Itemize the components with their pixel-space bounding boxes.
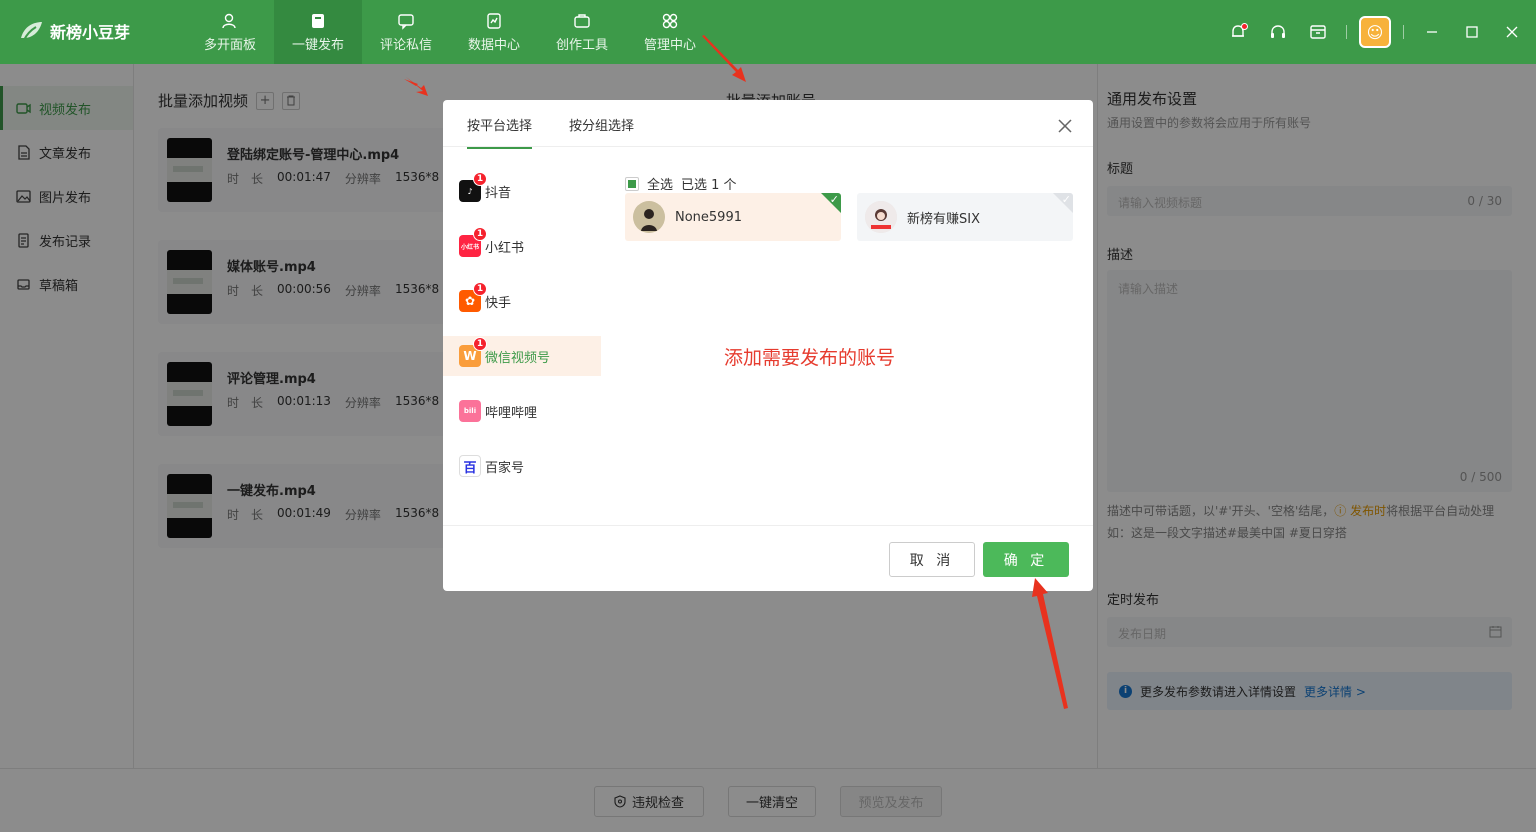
select-all-checkbox[interactable] <box>625 176 639 191</box>
chart-icon <box>487 12 501 29</box>
platform-badge: 1 <box>473 282 487 296</box>
support-button[interactable] <box>1258 12 1298 52</box>
close-icon[interactable] <box>1057 118 1073 134</box>
baijiahao-logo-icon: 百 <box>459 455 481 477</box>
platform-douyin[interactable]: ♪ 1 抖音 <box>443 171 601 211</box>
tab-by-platform[interactable]: 按平台选择 <box>467 115 533 149</box>
divider <box>1403 25 1404 39</box>
account-avatar <box>633 201 665 233</box>
nav-label: 管理中心 <box>643 37 696 53</box>
headset-icon <box>1271 25 1285 38</box>
user-icon <box>222 13 236 28</box>
dialog-footer: 取 消 确 定 <box>443 525 1093 591</box>
tab-by-group[interactable]: 按分组选择 <box>569 115 634 147</box>
platform-badge: 1 <box>473 337 487 351</box>
platform-label: 哔哩哔哩 <box>485 405 538 421</box>
account-name: 新榜有赚SIX <box>907 211 980 227</box>
maximize-icon <box>1466 26 1478 38</box>
inbox-icon <box>1310 25 1326 39</box>
nav-item-data-center[interactable]: 数据中心 <box>450 0 538 64</box>
select-all-row: 全选 已选 1 个 <box>625 174 737 193</box>
platform-label: 微信视频号 <box>485 350 551 366</box>
platform-label: 快手 <box>485 295 512 311</box>
bilibili-logo-icon: bili <box>459 400 481 422</box>
nav-label: 评论私信 <box>379 37 432 53</box>
confirm-button[interactable]: 确 定 <box>983 542 1069 577</box>
platform-badge: 1 <box>473 227 487 241</box>
maximize-button[interactable] <box>1452 12 1492 52</box>
account-avatar <box>865 201 897 233</box>
platform-wechat-channels[interactable]: W1 微信视频号 <box>443 336 601 376</box>
platform-label: 百家号 <box>485 460 525 476</box>
nav-item-comments[interactable]: 评论私信 <box>362 0 450 64</box>
notification-button[interactable] <box>1218 12 1258 52</box>
app-logo: 新榜小豆芽 <box>18 18 130 44</box>
nav-item-one-click-publish[interactable]: 一键发布 <box>274 0 362 64</box>
platform-baijiahao[interactable]: 百 百家号 <box>443 446 601 486</box>
annotation-text: 添加需要发布的账号 <box>724 347 896 369</box>
publish-icon <box>312 13 324 28</box>
platform-label: 抖音 <box>485 185 512 201</box>
account-card[interactable]: None5991 ✓ <box>625 193 841 241</box>
check-icon: ✓ <box>1061 193 1071 206</box>
selected-count: 已选 1 个 <box>681 178 737 193</box>
main-nav: 多开面板 一键发布 评论私信 数据中心 创作工具 管理中心 <box>186 0 714 64</box>
platform-bilibili[interactable]: bili 哔哩哔哩 <box>443 391 601 431</box>
divider <box>1346 25 1347 39</box>
app-title: 新榜小豆芽 <box>50 23 131 42</box>
inbox-button[interactable] <box>1298 12 1338 52</box>
nav-label: 数据中心 <box>467 37 520 53</box>
platform-kuaishou[interactable]: ✿ 1 快手 <box>443 281 601 321</box>
wechat-channels-logo-icon: W1 <box>459 337 487 367</box>
nav-label: 多开面板 <box>203 37 256 53</box>
minimize-icon <box>1427 31 1437 33</box>
account-name: None5991 <box>675 209 742 225</box>
close-icon <box>1506 26 1518 38</box>
nav-item-creative-tools[interactable]: 创作工具 <box>538 0 626 64</box>
platform-xiaohongshu[interactable]: 小红书 1 小红书 <box>443 226 601 266</box>
minimize-button[interactable] <box>1412 12 1452 52</box>
select-all-label[interactable]: 全选 <box>647 174 673 193</box>
select-account-dialog: 按平台选择 按分组选择 ♪ 1 抖音 小红书 1 小红书 ✿ 1 快手 W1 微信视频… <box>443 100 1093 591</box>
close-window-button[interactable] <box>1492 12 1532 52</box>
comment-icon <box>398 13 414 30</box>
nav-item-management[interactable]: 管理中心 <box>626 0 714 64</box>
nav-item-multi-panel[interactable]: 多开面板 <box>186 0 274 64</box>
grid-icon <box>662 13 678 28</box>
douyin-logo-icon: ♪ 1 <box>459 172 487 202</box>
nav-label: 一键发布 <box>291 37 344 53</box>
avatar: ☺ <box>1359 16 1391 48</box>
window-controls: ☺ <box>1218 0 1536 64</box>
account-card[interactable]: 新榜有赚SIX ✓ <box>857 193 1073 241</box>
xiaohongshu-logo-icon: 小红书 1 <box>459 227 487 257</box>
nav-label: 创作工具 <box>555 37 608 53</box>
sprout-logo-icon <box>21 22 42 41</box>
user-avatar-button[interactable]: ☺ <box>1355 12 1395 52</box>
briefcase-icon <box>574 13 590 28</box>
notification-dot <box>1241 23 1248 30</box>
platform-badge: 1 <box>473 172 487 186</box>
dialog-tabs: 按平台选择 按分组选择 <box>443 100 1093 149</box>
top-bar: 新榜小豆芽 多开面板 一键发布 评论私信 数据中心 创作工具 管理中心 ☺ <box>0 0 1536 64</box>
cancel-button[interactable]: 取 消 <box>889 542 975 577</box>
platform-label: 小红书 <box>485 240 525 256</box>
check-icon: ✓ <box>829 193 839 206</box>
kuaishou-logo-icon: ✿ 1 <box>459 282 487 312</box>
